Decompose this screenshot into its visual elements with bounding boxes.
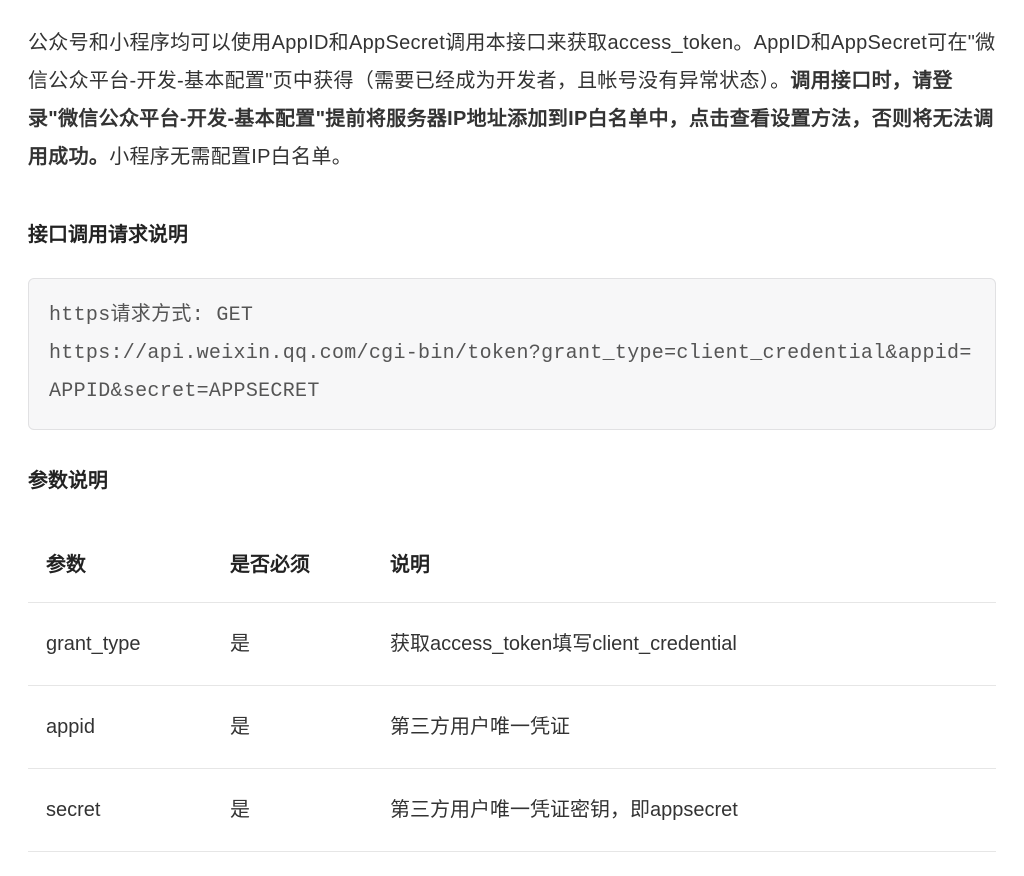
table-row: secret 是 第三方用户唯一凭证密钥，即appsecret [28,769,996,852]
table-cell-desc: 第三方用户唯一凭证 [378,686,996,769]
table-row: appid 是 第三方用户唯一凭证 [28,686,996,769]
intro-text-after: 小程序无需配置IP白名单。 [109,146,352,168]
table-cell-param: grant_type [28,603,218,686]
code-block: https请求方式: GET https://api.weixin.qq.com… [28,278,996,430]
table-cell-desc: 第三方用户唯一凭证密钥，即appsecret [378,769,996,852]
table-header-required: 是否必须 [218,528,378,603]
request-section-heading: 接口调用请求说明 [28,216,996,254]
table-cell-param: secret [28,769,218,852]
table-header-row: 参数 是否必须 说明 [28,528,996,603]
params-section-heading: 参数说明 [28,462,996,500]
table-header-param: 参数 [28,528,218,603]
table-header-desc: 说明 [378,528,996,603]
intro-paragraph: 公众号和小程序均可以使用AppID和AppSecret调用本接口来获取acces… [28,24,996,176]
table-cell-required: 是 [218,686,378,769]
table-cell-required: 是 [218,769,378,852]
table-cell-required: 是 [218,603,378,686]
table-row: grant_type 是 获取access_token填写client_cred… [28,603,996,686]
table-cell-desc: 获取access_token填写client_credential [378,603,996,686]
table-cell-param: appid [28,686,218,769]
params-table: 参数 是否必须 说明 grant_type 是 获取access_token填写… [28,528,996,852]
